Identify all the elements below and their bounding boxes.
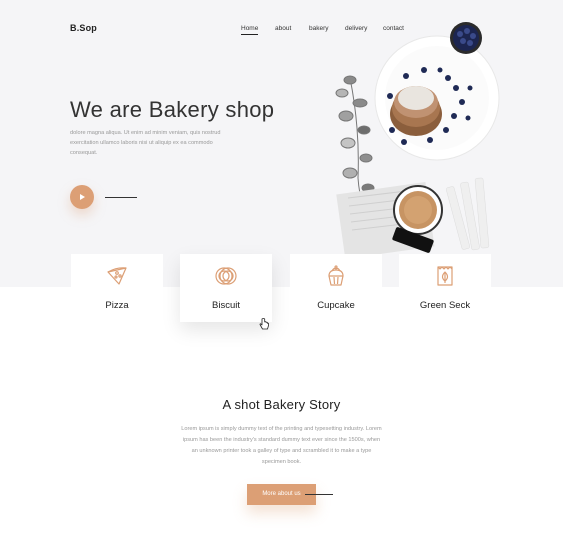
hand-cursor-icon	[259, 318, 269, 330]
category-card-biscuit[interactable]: Biscuit	[180, 254, 272, 322]
category-card-pizza[interactable]: Pizza	[71, 254, 163, 322]
nav-item-about[interactable]: about	[275, 25, 291, 32]
category-label-pizza: Pizza	[105, 300, 129, 311]
play-icon	[80, 193, 85, 200]
more-line-divider	[305, 494, 333, 495]
green-sack-icon	[437, 266, 453, 286]
category-label-cupcake: Cupcake	[317, 300, 355, 311]
story-title: A shot Bakery Story	[222, 397, 341, 412]
berry-bowl	[450, 22, 482, 54]
pizza-slice-icon	[107, 267, 127, 285]
category-card-cupcake[interactable]: Cupcake	[290, 254, 382, 322]
biscuit-icon	[215, 267, 237, 285]
cupcake-icon	[328, 265, 344, 286]
hero-text: dolore magna aliqua. Ut enim ad minim ve…	[70, 130, 221, 156]
hero-title: We are Bakery shop	[70, 97, 275, 122]
nav-item-home[interactable]: Home	[241, 25, 259, 35]
story-text: Lorem ipsum is simply dummy text of the …	[181, 426, 382, 465]
pancakes	[390, 86, 442, 136]
category-card-green-seck[interactable]: Green Seck	[399, 254, 491, 322]
coffee-cup	[393, 185, 443, 235]
candles	[446, 177, 490, 251]
category-label-green-seck: Green Seck	[419, 300, 471, 311]
category-label-biscuit: Biscuit	[212, 300, 240, 311]
play-line-divider	[105, 197, 137, 198]
hero-food-photo	[335, 22, 500, 258]
play-button[interactable]	[70, 185, 94, 209]
